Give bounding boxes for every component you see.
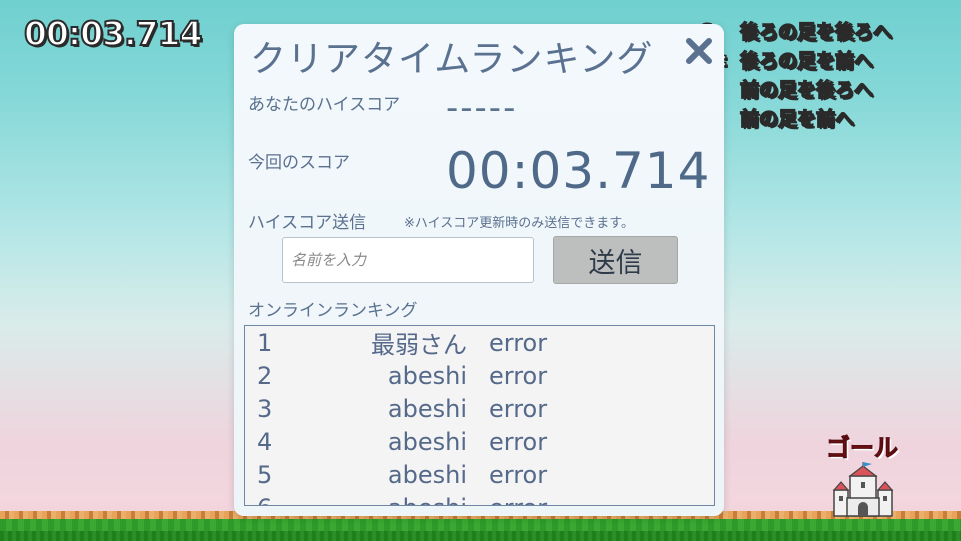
name-input[interactable] [282, 237, 534, 283]
elapsed-timer: 00:03.714 [23, 13, 203, 54]
close-icon[interactable] [684, 36, 714, 66]
ranking-row: 5 abeshi error [245, 458, 714, 491]
goal-label: ゴール [826, 434, 899, 463]
ranking-score: error [467, 494, 547, 506]
control-item: S:後ろの足を後ろへ [699, 16, 893, 45]
castle-icon [832, 462, 894, 517]
ranking-name: 最弱さん [371, 331, 467, 359]
ranking-rank: 2 [257, 361, 273, 390]
high-score-value: ----- [446, 88, 518, 128]
ranking-name: abeshi [387, 361, 467, 390]
ranking-score: error [489, 328, 548, 357]
controls-legend: S:後ろの足を後ろへ W:後ろの足を前へ O:前の足を後ろへ P:前の足を前へ [699, 16, 893, 132]
control-action: 後ろの足を前へ [739, 49, 874, 73]
ranking-name: abeshi [299, 494, 467, 506]
ranking-dialog: クリアタイムランキング あなたのハイスコア ----- 今回のスコア 00:03… [234, 24, 724, 516]
high-score-label: あなたのハイスコア [248, 95, 401, 115]
ranking-name: abeshi [387, 460, 467, 489]
control-action: 前の足を後ろへ [739, 78, 874, 102]
current-score-label: 今回のスコア [248, 153, 350, 173]
ground-grass-strip [0, 531, 961, 541]
ranking-name: abeshi [387, 427, 467, 456]
control-item: W:後ろの足を前へ [699, 45, 892, 74]
ranking-rank: 1 [257, 328, 273, 357]
ranking-row: 4 abeshi error [245, 425, 714, 458]
ranking-row: 6 abeshi error [245, 491, 714, 506]
ranking-list[interactable]: 1 最弱さん error 2 abeshi error 3 abeshi err… [244, 325, 715, 506]
control-action: 前の足を前へ [739, 107, 855, 131]
ranking-rank: 4 [257, 427, 273, 456]
ranking-rank: 3 [257, 394, 273, 423]
ranking-rank: 6 [245, 494, 299, 506]
online-ranking-label: オンラインランキング [248, 301, 418, 321]
dialog-title: クリアタイムランキング [250, 39, 654, 80]
ranking-row: 3 abeshi error [245, 392, 714, 425]
ranking-score: error [489, 427, 548, 456]
ranking-score: error [489, 460, 548, 489]
submit-section-label: ハイスコア送信 [248, 213, 367, 233]
ranking-score: error [489, 361, 548, 390]
ranking-score: error [489, 394, 548, 423]
send-button[interactable]: 送信 [553, 236, 678, 284]
ranking-row: 1 最弱さん error [245, 326, 714, 360]
ranking-row: 2 abeshi error [245, 359, 714, 392]
current-score-value: 00:03.714 [446, 142, 711, 200]
ranking-name: abeshi [387, 394, 467, 423]
ranking-rank: 5 [257, 460, 273, 489]
submit-note: ※ハイスコア更新時のみ送信できます。 [404, 216, 634, 231]
control-action: 後ろの足を後ろへ [739, 20, 893, 44]
control-item: O:前の足を後ろへ [699, 74, 892, 103]
control-item: P:前の足を前へ [699, 103, 892, 132]
